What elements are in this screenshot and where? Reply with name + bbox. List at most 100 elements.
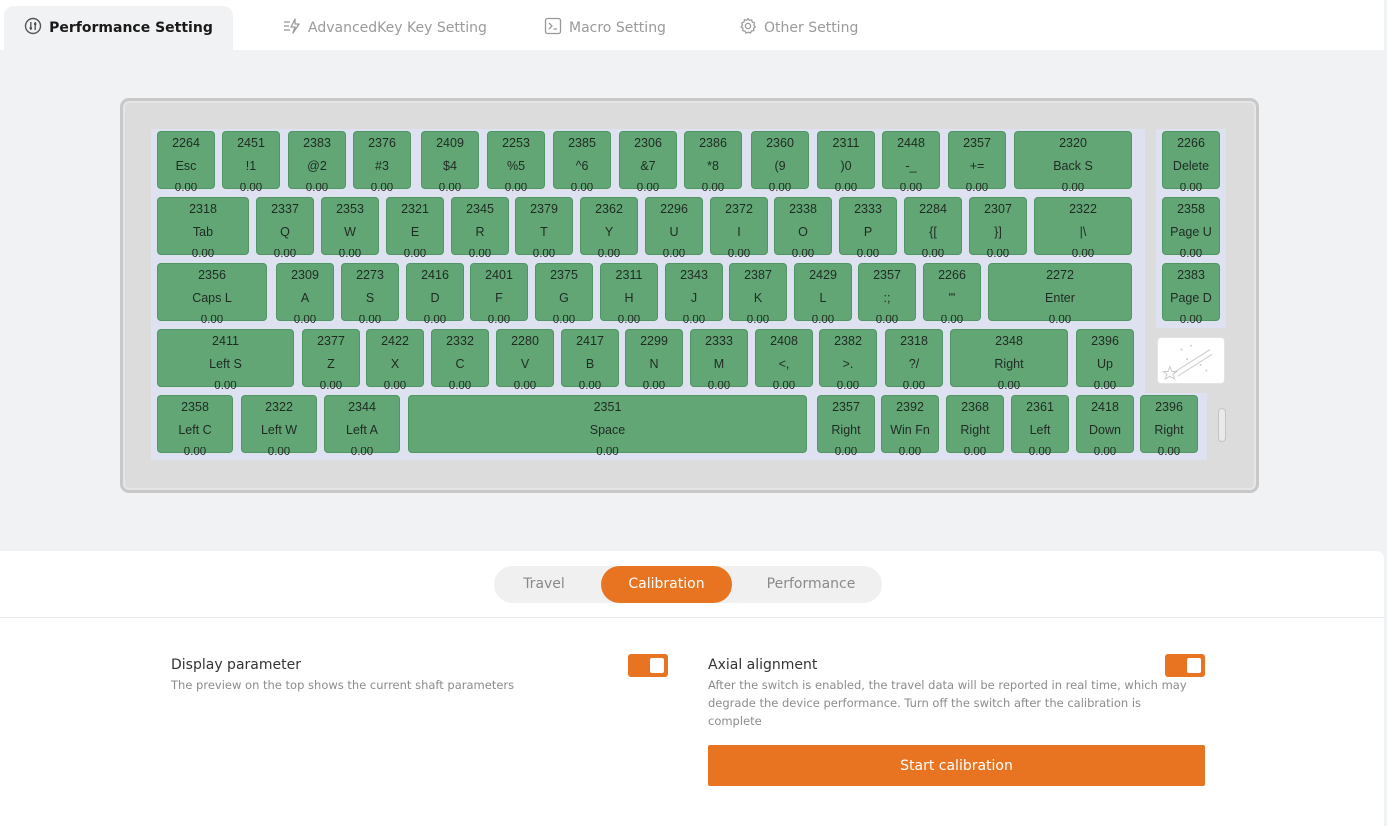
key[interactable]: 2382 >. 0.00 <box>819 329 877 392</box>
key[interactable]: 2332 C 0.00 <box>431 329 489 392</box>
key[interactable]: 2385 ^6 0.00 <box>553 131 611 194</box>
key-value: 2448 <box>897 137 925 150</box>
key[interactable]: 2357 += 0.00 <box>948 131 1006 194</box>
key[interactable]: 2357:; 0.00 <box>858 263 916 326</box>
key-travel: 0.00 <box>811 315 835 326</box>
key[interactable]: 2368 Right 0.00 <box>946 395 1004 458</box>
key-label: Z <box>327 358 335 371</box>
key[interactable]: 2253 %5 0.00 <box>487 131 545 194</box>
key[interactable]: 2376 #3 0.00 <box>353 131 411 194</box>
axial-alignment-toggle[interactable] <box>1165 654 1205 677</box>
key[interactable]: 2333 M 0.00 <box>690 329 748 392</box>
key[interactable]: 2307}] 0.00 <box>969 197 1027 260</box>
key[interactable]: 2416 D 0.00 <box>406 263 464 326</box>
key[interactable]: 2418 Down 0.00 <box>1076 395 1134 458</box>
key[interactable]: 2409 $4 0.00 <box>421 131 479 194</box>
key[interactable]: 2311 H 0.00 <box>600 263 658 326</box>
key-value: 2322 <box>265 401 293 414</box>
key-travel: 0.00 <box>682 315 706 326</box>
tab-macro-setting[interactable]: Macro Setting <box>544 6 666 50</box>
key[interactable]: 2284 {[0.00 <box>904 197 962 260</box>
subtab-performance[interactable]: Performance <box>744 566 878 603</box>
key[interactable]: 2401 F 0.00 <box>470 263 528 326</box>
subtab-calibration[interactable]: Calibration <box>601 566 732 603</box>
key[interactable]: 2429 L 0.00 <box>794 263 852 326</box>
key[interactable]: 2337 Q 0.00 <box>256 197 314 260</box>
key[interactable]: 2375 G 0.00 <box>535 263 593 326</box>
key[interactable]: 2320 Back S 0.00 <box>1014 131 1132 194</box>
key-label: @2 <box>307 160 327 173</box>
key[interactable]: 2358 Page U 0.00 <box>1162 197 1220 260</box>
start-calibration-button[interactable]: Start calibration <box>708 745 1205 786</box>
key[interactable]: 2360 (9 0.00 <box>751 131 809 194</box>
key-value: 2273 <box>356 269 384 282</box>
key[interactable]: 2272 Enter 0.00 <box>988 263 1132 326</box>
key-travel: 0.00 <box>239 183 263 194</box>
key[interactable]: 2318 ?/ 0.00 <box>885 329 943 392</box>
key[interactable]: 2266 "' 0.00 <box>923 263 981 326</box>
key[interactable]: 2386 *8 0.00 <box>684 131 742 194</box>
key[interactable]: 2344 Left A 0.00 <box>324 395 400 458</box>
terminal-icon <box>544 17 562 39</box>
key[interactable]: 2353 W 0.00 <box>321 197 379 260</box>
key[interactable]: 2266 Delete 0.00 <box>1162 131 1220 194</box>
key[interactable]: 2361 Left 0.00 <box>1011 395 1069 458</box>
tab-performance-setting[interactable]: Performance Setting <box>4 6 233 50</box>
key[interactable]: 2357 Right 0.00 <box>817 395 875 458</box>
key[interactable]: 2362 Y 0.00 <box>580 197 638 260</box>
key[interactable]: 2396 Up 0.00 <box>1076 329 1134 392</box>
key[interactable]: 2377 Z 0.00 <box>302 329 360 392</box>
key[interactable]: 2383 @2 0.00 <box>288 131 346 194</box>
key-label: Left S <box>209 358 242 371</box>
key[interactable]: 2383 Page D 0.00 <box>1162 263 1220 326</box>
key[interactable]: 2333 P 0.00 <box>839 197 897 260</box>
key[interactable]: 2322 Left W 0.00 <box>241 395 317 458</box>
subtab-travel[interactable]: Travel <box>494 566 594 603</box>
magic-wand-button[interactable] <box>1157 337 1225 384</box>
key-travel: 0.00 <box>570 183 594 194</box>
key[interactable]: 2321 E 0.00 <box>386 197 444 260</box>
key[interactable]: 2306 &7 0.00 <box>619 131 677 194</box>
key[interactable]: 2408 <, 0.00 <box>755 329 813 392</box>
key-value: 2392 <box>896 401 924 414</box>
key[interactable]: 2422 X 0.00 <box>366 329 424 392</box>
key-value: 2409 <box>436 137 464 150</box>
key-label: Win Fn <box>890 424 930 437</box>
key[interactable]: 2356 Caps L 0.00 <box>157 263 267 326</box>
key-travel: 0.00 <box>1179 315 1203 326</box>
key[interactable]: 2392 Win Fn 0.00 <box>881 395 939 458</box>
key[interactable]: 2280 V 0.00 <box>496 329 554 392</box>
key[interactable]: 2372 I 0.00 <box>710 197 768 260</box>
key[interactable]: 2451 !1 0.00 <box>222 131 280 194</box>
key[interactable]: 2379 T 0.00 <box>515 197 573 260</box>
key[interactable]: 2273 S 0.00 <box>341 263 399 326</box>
key[interactable]: 2348 Right 0.00 <box>950 329 1068 392</box>
key[interactable]: 2411 Left S 0.00 <box>157 329 294 392</box>
key-label: X <box>390 358 400 371</box>
key[interactable]: 2318 Tab 0.00 <box>157 197 249 260</box>
key[interactable]: 2396 Right 0.00 <box>1140 395 1198 458</box>
tab-other-setting[interactable]: Other Setting <box>739 6 858 50</box>
tab-advancedkey-setting[interactable]: AdvancedKey Key Setting <box>283 6 487 50</box>
key[interactable]: 2338 O 0.00 <box>774 197 832 260</box>
key[interactable]: 2448 -_ 0.00 <box>882 131 940 194</box>
key[interactable]: 2345 R 0.00 <box>451 197 509 260</box>
key[interactable]: 2299 N 0.00 <box>625 329 683 392</box>
key[interactable]: 2264 Esc 0.00 <box>157 131 215 194</box>
key-travel: 0.00 <box>965 183 989 194</box>
key[interactable]: 2309 A 0.00 <box>276 263 334 326</box>
key[interactable]: 2417 B 0.00 <box>561 329 619 392</box>
key[interactable]: 2311)0 0.00 <box>817 131 875 194</box>
key[interactable]: 2351 Space 0.00 <box>408 395 807 458</box>
key[interactable]: 2387 K 0.00 <box>729 263 787 326</box>
key[interactable]: 2296 U 0.00 <box>645 197 703 260</box>
key-label: += <box>969 160 985 173</box>
keyboard-knob[interactable] <box>1218 408 1226 442</box>
key[interactable]: 2322 |\ 0.00 <box>1034 197 1132 260</box>
key[interactable]: 2358 Left C 0.00 <box>157 395 233 458</box>
display-parameter-toggle[interactable] <box>628 654 668 677</box>
key-value: 2284 <box>919 203 947 216</box>
key-value: 2306 <box>634 137 662 150</box>
key[interactable]: 2343 J 0.00 <box>665 263 723 326</box>
performance-icon <box>24 17 42 39</box>
